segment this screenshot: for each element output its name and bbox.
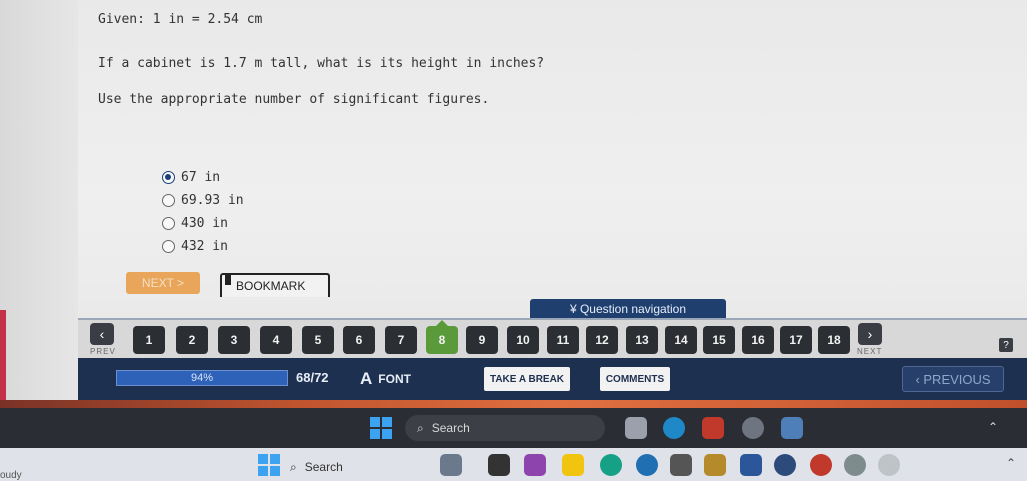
question-number-button[interactable]: 5 [302,326,334,354]
question-count: 68/72 [296,370,329,385]
prev-caption: PREV [90,347,116,356]
app4-icon[interactable] [878,454,900,476]
taskbar-search-box[interactable]: ⌕ Search [405,415,605,441]
option-label: 69.93 in [181,193,244,208]
question-number-button[interactable]: 16 [742,326,774,354]
settings-gear-icon[interactable] [742,417,764,439]
option-label: 430 in [181,216,228,231]
question-number-button[interactable]: 18 [818,326,850,354]
store-icon[interactable] [781,417,803,439]
question-page: Given: 1 in = 2.54 cm If a cabinet is 1.… [78,0,1027,318]
question-number-button[interactable]: 14 [665,326,697,354]
calculator-icon[interactable] [670,454,692,476]
edge-icon-local[interactable] [600,454,622,476]
font-button[interactable]: A FONT [360,369,411,389]
left-edge [0,0,78,400]
question-number-button[interactable]: 12 [586,326,618,354]
option-label: 67 in [181,170,221,185]
bookmark-button[interactable]: BOOKMARK [220,273,330,297]
exam-toolbar: 94% 68/72 A FONT TAKE A BREAK COMMENTS ‹… [78,358,1027,400]
option-1[interactable]: 67 in [162,166,244,189]
widgets-icon[interactable] [440,454,462,476]
question-number-button[interactable]: 3 [218,326,250,354]
windows-start-icon-local[interactable] [258,454,280,476]
search-icon: ⌕ [417,420,424,435]
local-search-label: Search [304,460,343,474]
bookmark-icon [225,273,231,285]
option-2[interactable]: 69.93 in [162,189,244,212]
chevron-up-icon[interactable]: ⌃ [988,420,998,434]
file-explorer-icon[interactable] [625,417,647,439]
app-icon[interactable] [704,454,726,476]
radio-icon[interactable] [162,240,175,253]
question-navigation-toggle[interactable]: ¥ Question navigation [530,299,726,319]
take-break-button[interactable]: TAKE A BREAK [484,367,570,391]
monitor-bezel [0,400,1027,408]
question-number-button[interactable]: 4 [260,326,292,354]
question-number-button[interactable]: 6 [343,326,375,354]
question-number-button[interactable]: 11 [547,326,579,354]
option-label: 432 in [181,239,228,254]
question-number-button[interactable]: 1 [133,326,165,354]
copilot-icon-local[interactable] [524,454,546,476]
radio-icon[interactable] [162,194,175,207]
question-number-button[interactable]: 8 [426,320,458,354]
option-3[interactable]: 430 in [162,212,244,235]
previous-button[interactable]: ‹ PREVIOUS [902,366,1004,392]
question-number-button[interactable]: 9 [466,326,498,354]
chrome-icon[interactable] [810,454,832,476]
question-number-button[interactable]: 10 [507,326,539,354]
answer-options: 67 in 69.93 in 430 in 432 in [162,166,244,258]
remote-taskbar: ⌕ Search ⌃ [0,408,1027,448]
browser-icon-local[interactable] [636,454,658,476]
question-number-button[interactable]: 15 [703,326,735,354]
progress-bar: 94% [116,370,288,386]
next-caption: NEXT [857,347,883,356]
weather-label: oudy [0,470,22,481]
left-edge-stripe [0,310,6,400]
task-view-icon[interactable] [488,454,510,476]
question-number-button[interactable]: 17 [780,326,812,354]
app2-icon[interactable] [774,454,796,476]
question-number-bar: ‹ PREV 1 2 3 4 5 6 7 8 9 10 11 12 13 14 15 16 17 18 › NEX… [78,318,1027,358]
radio-icon[interactable] [162,217,175,230]
comments-button[interactable]: COMMENTS [600,367,670,391]
progress-percent: 94% [190,372,214,384]
question-number-button[interactable]: 2 [176,326,208,354]
font-label: FONT [378,372,411,386]
edge-browser-icon[interactable] [663,417,685,439]
radio-selected-icon[interactable] [162,171,175,184]
taskbar-search-label: Search [431,421,470,435]
local-search-box[interactable]: ⌕ Search [290,455,430,479]
given-text: Given: 1 in = 2.54 cm [98,12,263,27]
question-number-button[interactable]: 7 [385,326,417,354]
prev-arrow-button[interactable]: ‹ [90,323,114,345]
question-instruction: Use the appropriate number of significan… [98,92,490,107]
file-explorer-icon-local[interactable] [562,454,584,476]
copilot-icon[interactable] [702,417,724,439]
local-taskbar: oudy ⌕ Search ⌃ [0,448,1027,481]
bookmark-label: BOOKMARK [236,279,306,293]
next-button[interactable]: NEXT > [126,272,200,294]
search-icon: ⌕ [290,459,297,474]
windows-start-icon[interactable] [370,417,392,439]
question-number-button[interactable]: 13 [626,326,658,354]
question-prompt: If a cabinet is 1.7 m tall, what is its … [98,56,545,71]
chevron-up-icon-local[interactable]: ⌃ [1006,456,1016,470]
help-button[interactable]: ? [999,338,1013,352]
next-arrow-button[interactable]: › [858,323,882,345]
option-4[interactable]: 432 in [162,235,244,258]
font-icon: A [360,369,373,388]
word-icon[interactable] [740,454,762,476]
app3-icon[interactable] [844,454,866,476]
